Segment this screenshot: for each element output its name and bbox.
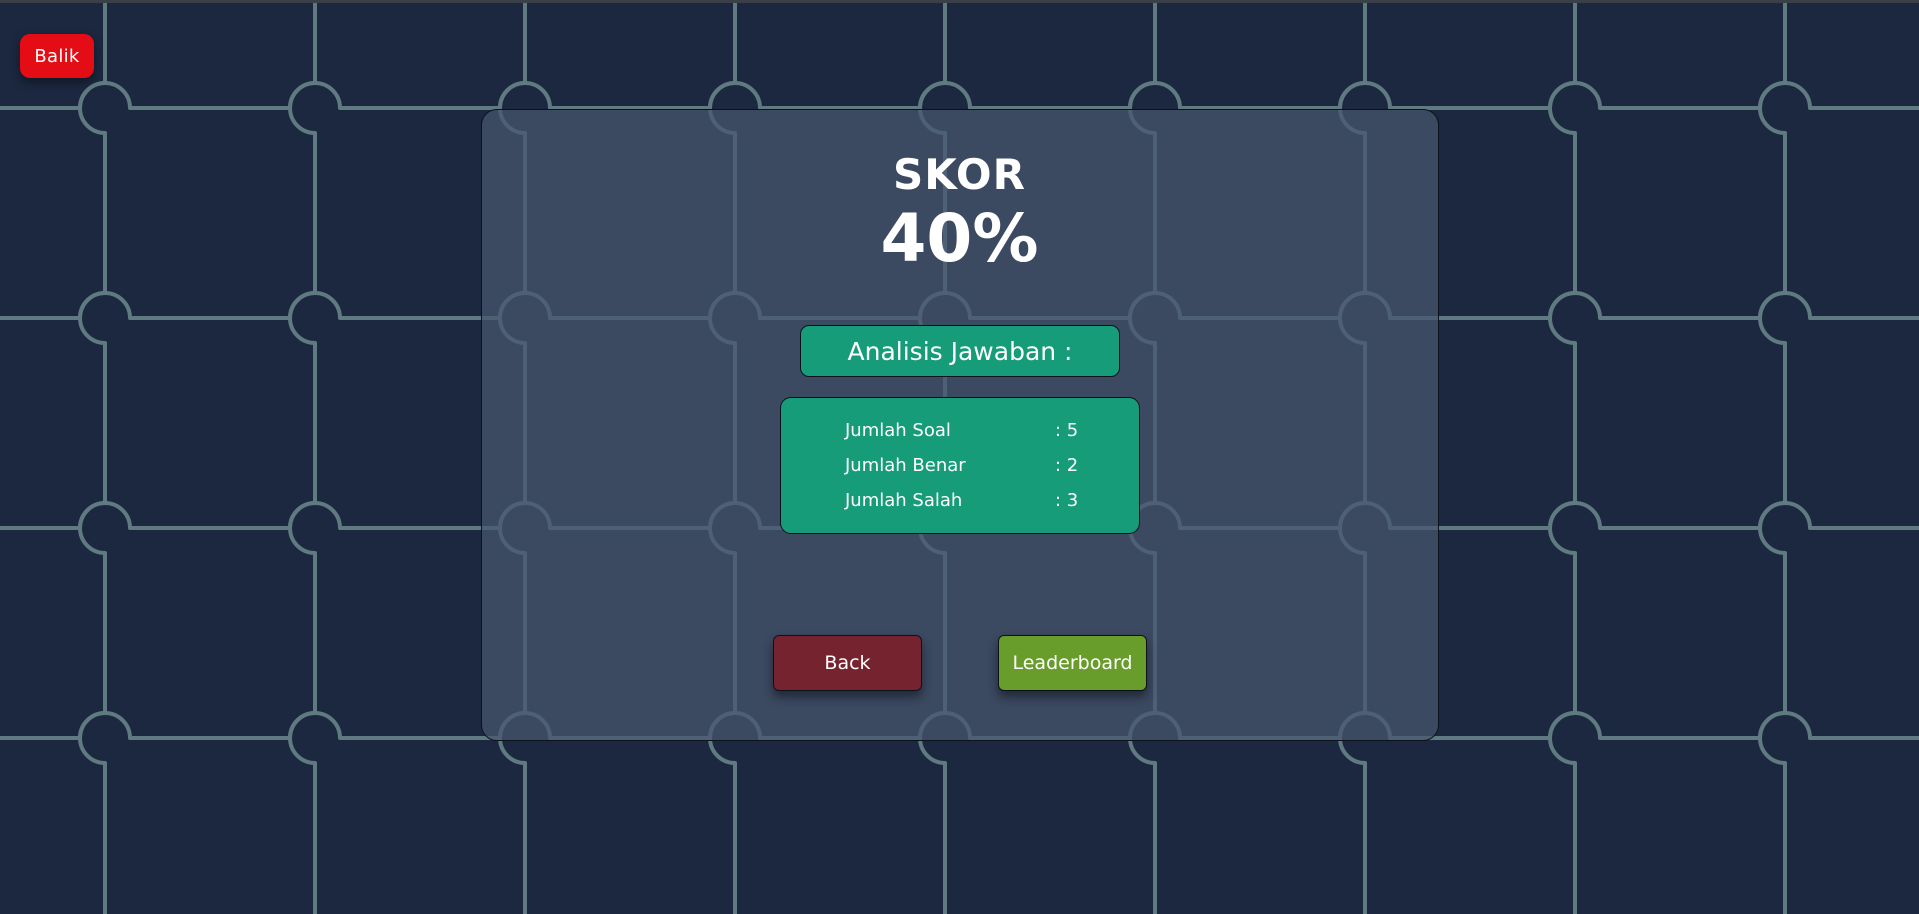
analysis-stats-box: Jumlah Soal : 5 Jumlah Benar : 2 Jumlah … [780,397,1140,534]
leaderboard-button[interactable]: Leaderboard [998,635,1147,691]
score-label: SKOR [893,150,1026,199]
stat-label: Jumlah Soal [845,420,951,441]
stat-value: : 5 [1055,420,1079,441]
balik-button[interactable]: Balik [20,34,94,78]
stat-label: Jumlah Benar [845,455,966,476]
stat-row-wrong: Jumlah Salah : 3 [845,490,1125,514]
stat-row-correct: Jumlah Benar : 2 [845,455,1125,479]
analysis-title: Analisis Jawaban : [800,325,1120,377]
back-button[interactable]: Back [773,635,922,691]
stat-value: : 2 [1055,455,1079,476]
stat-value: : 3 [1055,490,1079,511]
stat-row-total: Jumlah Soal : 5 [845,420,1125,444]
stat-label: Jumlah Salah [845,490,963,511]
score-value: 40% [880,200,1039,277]
